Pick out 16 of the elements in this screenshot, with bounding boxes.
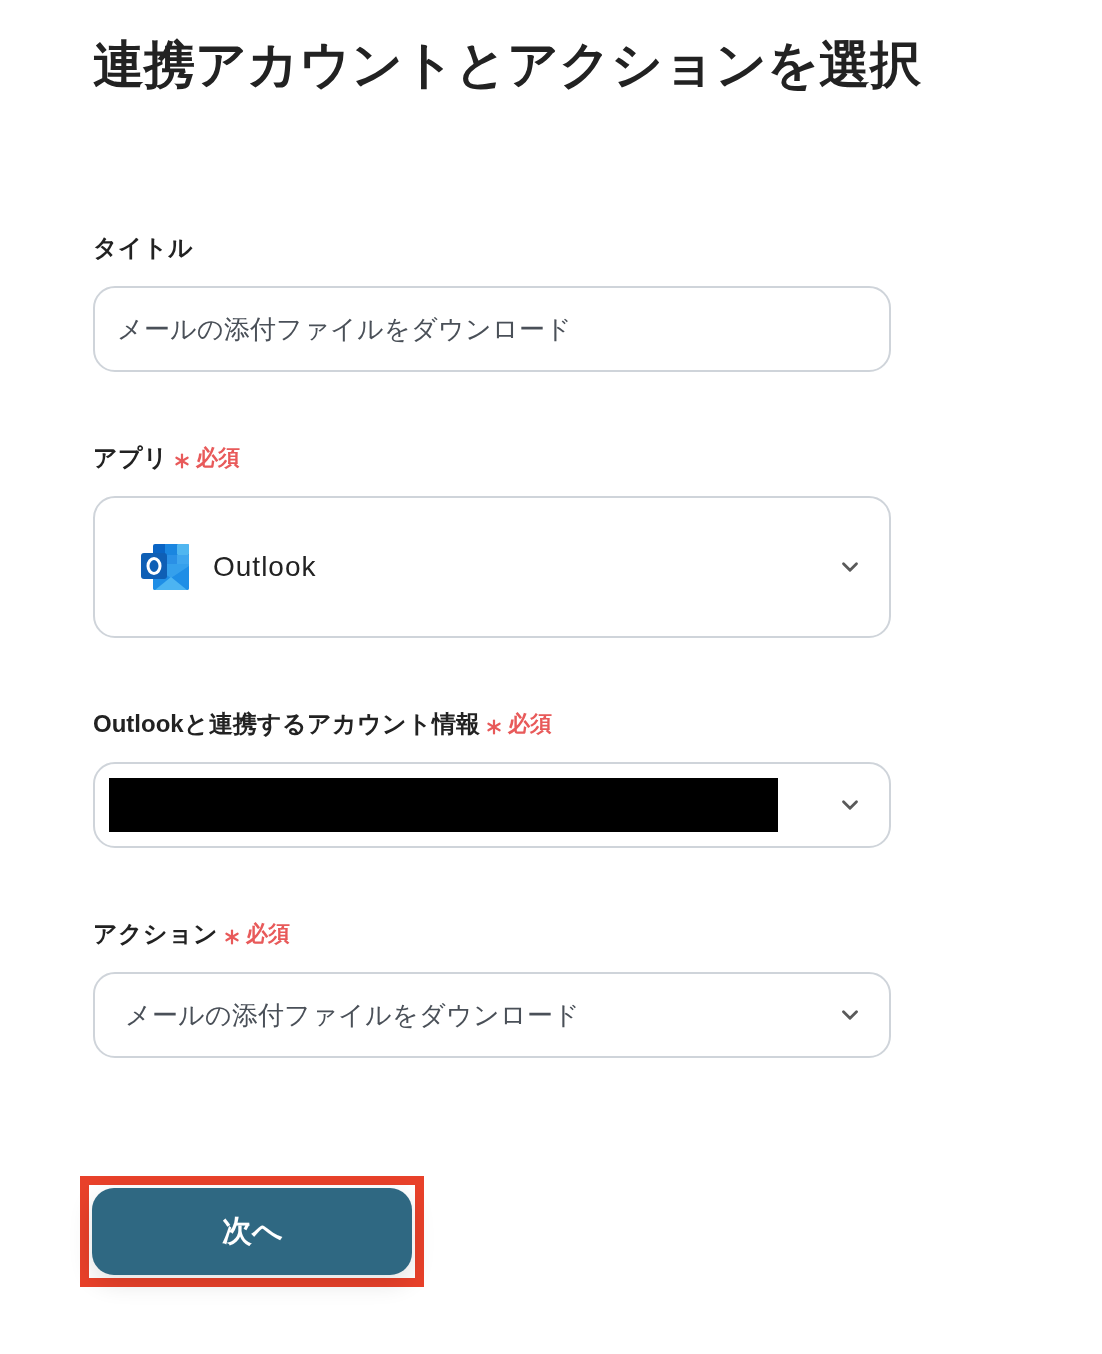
account-select[interactable] [93, 762, 891, 848]
app-select[interactable]: Outlook [93, 496, 891, 638]
next-button[interactable]: 次へ [92, 1188, 412, 1275]
title-input-field[interactable]: メールの添付ファイルをダウンロード [93, 286, 891, 372]
field-label: アクション [93, 919, 218, 949]
required-label: 必須 [246, 920, 290, 948]
app-name: Outlook [213, 551, 317, 583]
required-label: 必須 [507, 710, 552, 738]
required-label: 必須 [196, 444, 240, 472]
action-value: メールの添付ファイルをダウンロード [125, 999, 580, 1031]
page-heading: 連携アカウントとアクションを選択 [93, 35, 921, 95]
action-select[interactable]: メールの添付ファイルをダウンロード [93, 972, 891, 1058]
mail-app-icon [141, 544, 191, 590]
field-label: アプリ [93, 443, 168, 473]
field-label: Outlookと連携するアカウント情報 [93, 709, 480, 739]
field-label: タイトル [93, 233, 193, 263]
